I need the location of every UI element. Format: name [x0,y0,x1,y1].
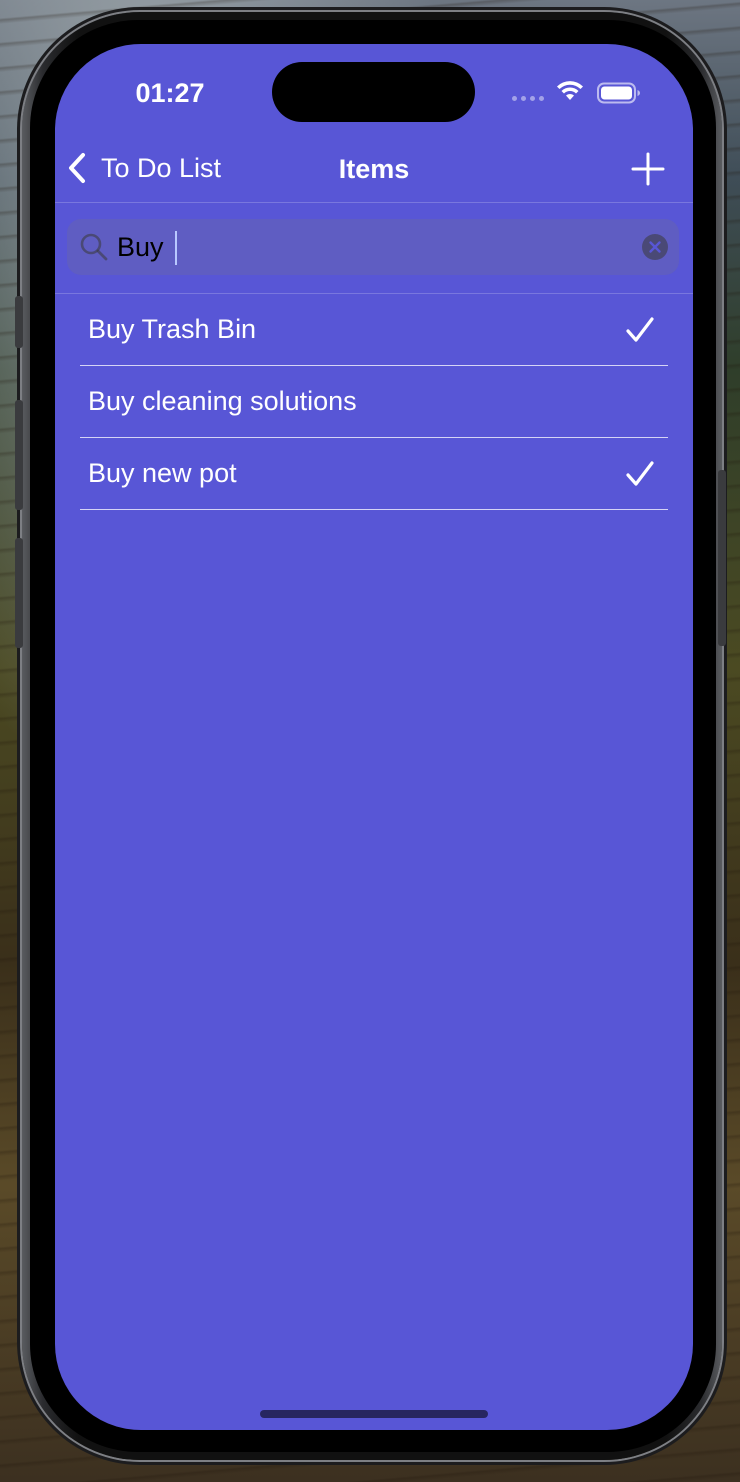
home-indicator[interactable] [260,1410,488,1418]
list-item-label: Buy cleaning solutions [88,386,357,416]
search-input[interactable] [117,227,617,267]
list-item[interactable]: Buy cleaning solutions [80,366,668,438]
side-button-volume-up [15,400,23,510]
back-button[interactable]: To Do List [65,146,221,190]
list-item-label: Buy Trash Bin [88,314,257,344]
search-icon [80,233,108,261]
app-screen: 01:27 To Do List Items Buy Buy Trash Bin… [55,44,693,1430]
navigation-bar: To Do List Items [55,136,693,203]
checkmark-icon [626,317,654,342]
checkmark-icon [626,461,654,486]
status-time: 01:27 [135,78,205,108]
list-item-label: Buy new pot [88,458,237,488]
dynamic-island [272,62,475,122]
side-button-volume-down [15,538,23,648]
items-list: Buy Trash Bin Buy cleaning solutions Buy… [80,294,668,510]
clear-search-icon[interactable] [641,233,669,261]
list-item[interactable]: Buy Trash Bin [80,294,668,366]
side-button-action [15,296,23,348]
search-bar [55,203,693,294]
side-button-power [718,470,726,646]
back-button-label: To Do List [101,152,222,183]
plus-icon[interactable] [629,150,667,188]
text-cursor [175,231,177,265]
battery-icon [597,82,640,104]
search-field[interactable] [67,219,679,275]
chevron-left-icon [69,153,85,183]
cellular-signal-icon [512,96,544,101]
wifi-icon [557,81,583,100]
list-item[interactable]: Buy new pot [80,438,668,510]
